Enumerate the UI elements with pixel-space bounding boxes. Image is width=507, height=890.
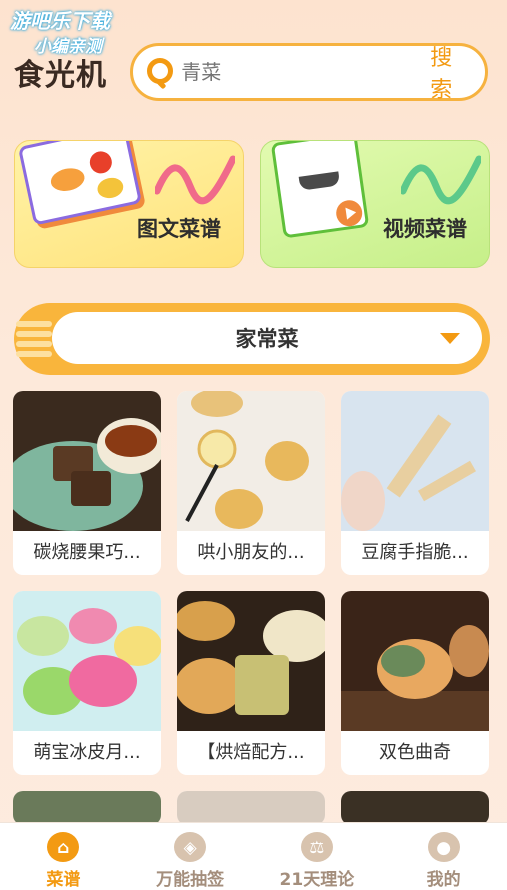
balance-icon: ⚖ <box>300 832 333 862</box>
nav-item-recipes[interactable]: ⌂ 菜谱 <box>0 823 127 890</box>
recipe-photo <box>177 591 325 731</box>
search-input[interactable] <box>181 60 431 84</box>
nav-label: 万能抽签 <box>156 870 225 890</box>
tag-icon: ◈ <box>174 832 207 862</box>
category-bar: 家常菜 <box>14 303 490 375</box>
recipe-tile[interactable] <box>177 791 325 825</box>
category-selected: 家常菜 <box>235 327 299 351</box>
recipe-name: 哄小朋友的... <box>197 542 305 563</box>
wave-decoration-icon <box>155 155 235 205</box>
bottom-nav: ⌂ 菜谱 ◈ 万能抽签 ⚖ 21天理论 ● 我的 <box>0 822 507 890</box>
picture-recipe-card[interactable]: 图文菜谱 <box>14 140 244 268</box>
stripes-decoration <box>16 317 52 363</box>
recipe-name: 【烘焙配方... <box>197 742 305 763</box>
recipe-tile[interactable]: 碳烧腰果巧... <box>13 391 161 575</box>
chevron-down-icon <box>440 333 460 344</box>
user-icon: ● <box>427 832 460 862</box>
feature-cards: 图文菜谱 视频菜谱 <box>14 130 490 268</box>
card-label: 视频菜谱 <box>383 217 467 241</box>
search-bar[interactable]: 搜索 <box>130 40 488 104</box>
search-button[interactable]: 搜索 <box>430 40 471 104</box>
nav-label: 21天理论 <box>279 870 355 890</box>
recipe-photo <box>177 391 325 531</box>
watermark-line2: 小编亲测 <box>34 37 102 57</box>
nav-item-21-days[interactable]: ⚖ 21天理论 <box>254 823 381 890</box>
recipe-tile[interactable]: 萌宝冰皮月... <box>13 591 161 775</box>
watermark: 游吧乐下载 小编亲测 <box>10 8 150 60</box>
wave-decoration-icon <box>401 155 481 205</box>
recipe-tile[interactable] <box>341 791 489 825</box>
recipe-tile[interactable]: 哄小朋友的... <box>177 391 325 575</box>
recipe-photo <box>341 791 489 825</box>
recipe-tile[interactable]: 双色曲奇 <box>341 591 489 775</box>
nav-item-mine[interactable]: ● 我的 <box>380 823 507 890</box>
recipe-photo <box>177 791 325 825</box>
recipe-name: 萌宝冰皮月... <box>33 742 141 763</box>
video-recipe-card[interactable]: 视频菜谱 <box>260 140 490 268</box>
recipe-photo <box>13 591 161 731</box>
nav-label: 菜谱 <box>46 870 81 890</box>
recipe-photo <box>341 591 489 731</box>
recipe-name: 碳烧腰果巧... <box>33 542 141 563</box>
recipe-photo <box>341 391 489 531</box>
video-notebook-icon <box>270 141 370 239</box>
recipe-photo <box>13 791 161 825</box>
recipe-name: 豆腐手指脆... <box>361 542 469 563</box>
recipe-tile[interactable] <box>13 791 161 825</box>
recipe-photo <box>13 391 161 531</box>
recipe-tile[interactable]: 豆腐手指脆... <box>341 391 489 575</box>
dish-cover-icon: ⌂ <box>47 832 80 862</box>
search-icon <box>147 58 173 90</box>
recipe-book-icon <box>17 141 143 226</box>
category-dropdown[interactable]: 家常菜 <box>52 312 482 364</box>
recipe-tile[interactable]: 【烘焙配方... <box>177 591 325 775</box>
card-label: 图文菜谱 <box>137 217 221 241</box>
nav-label: 我的 <box>426 870 461 890</box>
recipe-name: 双色曲奇 <box>379 742 451 763</box>
watermark-line1: 游吧乐下载 <box>10 9 110 33</box>
nav-item-lottery[interactable]: ◈ 万能抽签 <box>127 823 254 890</box>
